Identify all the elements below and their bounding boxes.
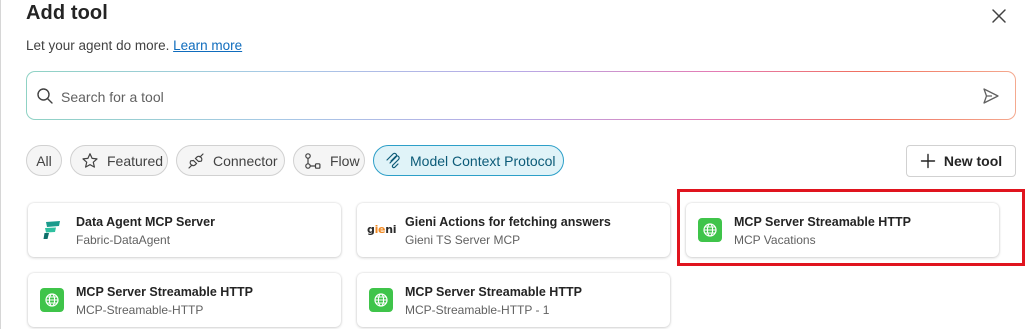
tool-card-title: MCP Server Streamable HTTP: [76, 285, 253, 299]
close-button[interactable]: [987, 4, 1011, 28]
filter-chip-label: Featured: [107, 152, 164, 169]
tool-card-gieni[interactable]: gieni Gieni Actions for fetching answers…: [357, 203, 670, 257]
filter-chip-flow[interactable]: Flow: [293, 145, 365, 176]
tool-card-subtitle: Fabric-DataAgent: [76, 233, 171, 247]
dialog-subtitle: Let your agent do more. Learn more: [26, 38, 242, 53]
gieni-logo: gieni: [367, 218, 397, 242]
filter-chip-label: All: [36, 152, 52, 169]
search-icon: [37, 88, 53, 104]
tool-card-title: Gieni Actions for fetching answers: [405, 215, 611, 229]
tool-card-title: Data Agent MCP Server: [76, 215, 215, 229]
flow-icon: [305, 152, 321, 169]
filter-chip-featured[interactable]: Featured: [70, 145, 168, 176]
new-tool-label: New tool: [943, 153, 1003, 169]
tool-card-title: MCP Server Streamable HTTP: [405, 285, 582, 299]
tool-card-subtitle: MCP Vacations: [734, 233, 816, 247]
filter-chip-mcp[interactable]: Model Context Protocol: [373, 145, 564, 176]
filter-chip-label: Flow: [330, 152, 360, 169]
filter-chip-connector[interactable]: Connector: [176, 145, 285, 176]
star-icon: [82, 152, 98, 168]
dialog-title: Add tool: [26, 2, 108, 24]
globe-icon: [369, 288, 393, 312]
send-icon[interactable]: [981, 86, 1001, 106]
panel-left-border: [0, 0, 1, 329]
filter-chip-label: Connector: [213, 152, 278, 169]
filter-chip-label: Model Context Protocol: [410, 152, 556, 169]
globe-icon: [698, 218, 722, 242]
tool-card-subtitle: MCP-Streamable-HTTP - 1: [405, 303, 550, 317]
tool-card-subtitle: Gieni TS Server MCP: [405, 233, 521, 247]
close-icon: [992, 9, 1006, 23]
learn-more-link[interactable]: Learn more: [173, 38, 242, 53]
mcp-icon: [386, 152, 400, 168]
tool-card-mcp-streamable-1[interactable]: MCP Server Streamable HTTP MCP-Streamabl…: [357, 273, 670, 327]
search-box-inner: [27, 72, 1015, 119]
connector-icon: [188, 152, 204, 169]
gieni-logo-text: gieni: [367, 223, 397, 236]
filter-chip-all[interactable]: All: [26, 145, 62, 176]
subtitle-text: Let your agent do more.: [26, 38, 170, 53]
tool-card-mcp-streamable[interactable]: MCP Server Streamable HTTP MCP-Streamabl…: [28, 273, 341, 327]
search-input[interactable]: [59, 84, 963, 110]
tool-card-subtitle: MCP-Streamable-HTTP: [76, 303, 204, 317]
tool-card-data-agent[interactable]: Data Agent MCP Server Fabric-DataAgent: [28, 203, 341, 257]
new-tool-button[interactable]: New tool: [906, 145, 1016, 177]
plus-icon: [920, 153, 936, 169]
search-box: [26, 71, 1016, 120]
tool-card-mcp-vacations[interactable]: MCP Server Streamable HTTP MCP Vacations: [686, 203, 999, 257]
fabric-icon: [40, 218, 64, 242]
tool-card-title: MCP Server Streamable HTTP: [734, 215, 911, 229]
globe-icon: [40, 288, 64, 312]
